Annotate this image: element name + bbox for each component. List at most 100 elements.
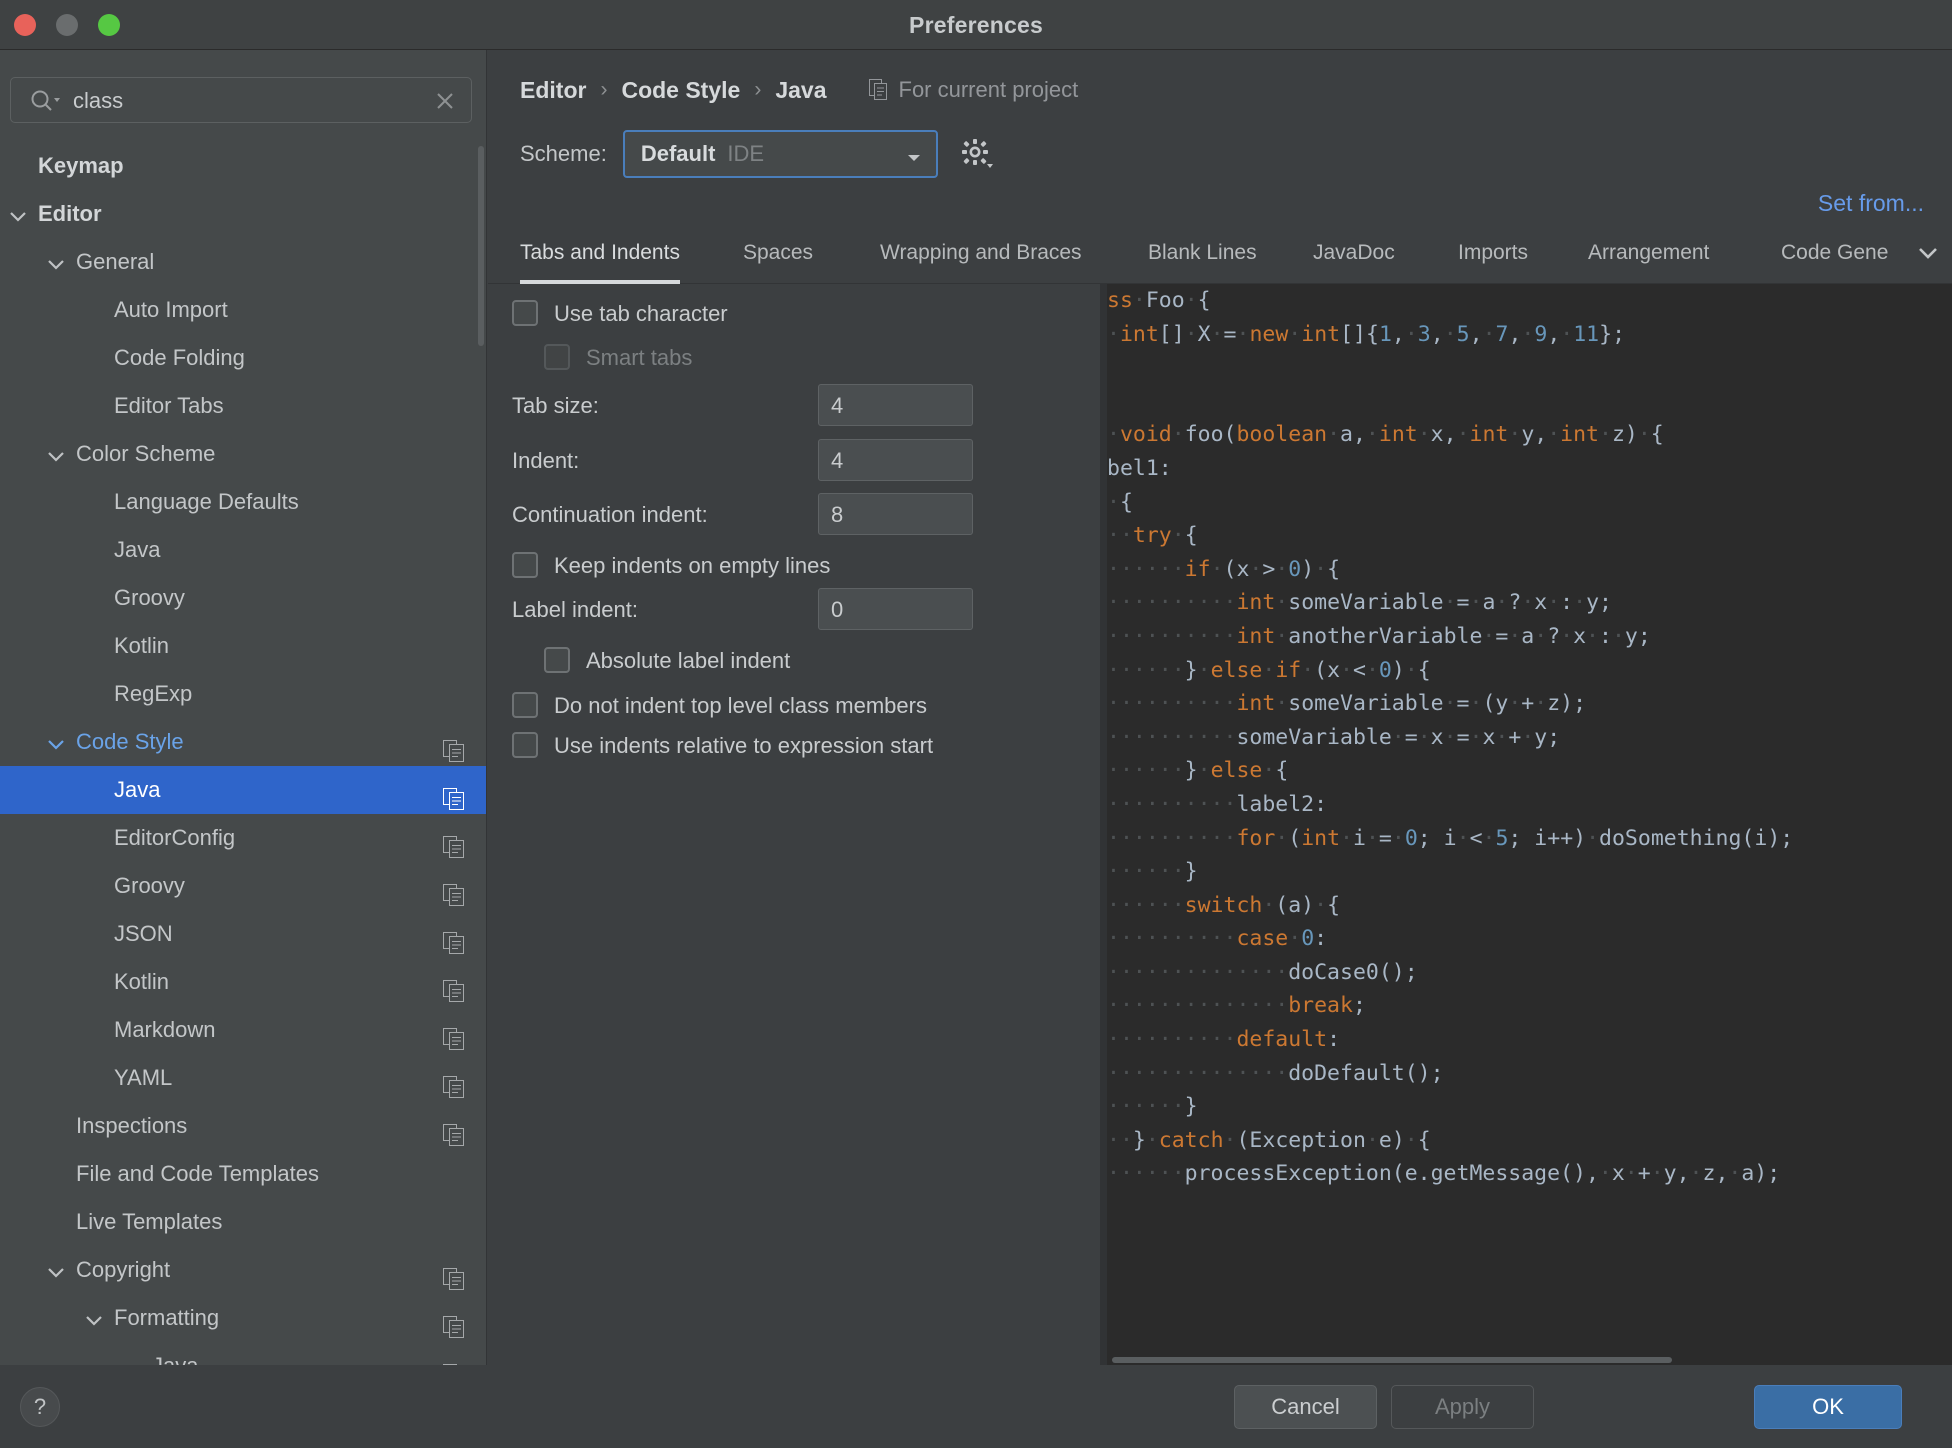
search-icon[interactable] <box>29 89 61 113</box>
sidebar-item-editor-tabs[interactable]: Editor Tabs <box>0 382 486 430</box>
field-row-label-indent: Label indent: 0 <box>488 588 1100 632</box>
chevron-down-icon[interactable] <box>44 430 66 478</box>
tab-tabs-and-indents[interactable]: Tabs and Indents <box>520 227 680 284</box>
code-token-txt: + <box>1508 724 1522 750</box>
code-token-txt: { <box>1197 288 1211 313</box>
gear-icon[interactable] <box>960 137 994 171</box>
chevron-down-icon[interactable] <box>6 190 28 238</box>
tab-wrapping-and-braces[interactable]: Wrapping and Braces <box>880 227 1082 284</box>
tab-spaces[interactable]: Spaces <box>743 227 813 284</box>
sidebar-item-live-templates[interactable]: Live Templates <box>0 1198 486 1246</box>
sidebar-item-markdown[interactable]: Markdown <box>0 1006 486 1054</box>
sidebar-item-copyright[interactable]: Copyright <box>0 1246 486 1294</box>
code-token-txt: y, <box>1521 422 1548 448</box>
input-label-indent[interactable]: 0 <box>818 588 973 630</box>
code-token-dot: ······ <box>1107 657 1185 683</box>
code-token-txt: x <box>1573 623 1587 649</box>
sidebar-item-code-style[interactable]: Code Style <box>0 718 486 766</box>
copy-icon[interactable] <box>443 1115 465 1146</box>
code-token-kw: int <box>1301 321 1341 347</box>
copy-icon[interactable] <box>443 971 465 1002</box>
copy-icon[interactable] <box>443 779 465 810</box>
sidebar-item-groovy[interactable]: Groovy <box>0 862 486 910</box>
code-token-dot: · <box>1365 657 1379 683</box>
copy-icon[interactable] <box>443 731 465 762</box>
checkbox-use-tab-character[interactable] <box>512 300 538 326</box>
sidebar-scrollbar[interactable] <box>478 146 484 346</box>
code-line: ··········for·(int·i·=·0; i·<·5; i++)·do… <box>1107 822 1793 856</box>
chevron-down-icon[interactable] <box>82 1294 104 1342</box>
sidebar-item-java[interactable]: Java <box>0 1342 486 1365</box>
chevron-down-icon[interactable] <box>44 238 66 286</box>
sidebar-item-kotlin[interactable]: Kotlin <box>0 958 486 1006</box>
sidebar-item-general[interactable]: General <box>0 238 486 286</box>
sidebar-item-yaml[interactable]: YAML <box>0 1054 486 1102</box>
checkbox-absolute-label-indent[interactable] <box>544 647 570 673</box>
help-icon[interactable]: ? <box>20 1387 60 1427</box>
checkbox-use-indents-relative-to-expression-start[interactable] <box>512 732 538 758</box>
checkbox-label: Keep indents on empty lines <box>554 553 831 578</box>
set-from-link[interactable]: Set from... <box>1818 190 1924 217</box>
sidebar-item-language-defaults[interactable]: Language Defaults <box>0 478 486 526</box>
cancel-button[interactable]: Cancel <box>1234 1385 1377 1429</box>
copy-icon[interactable] <box>443 1355 465 1365</box>
apply-button[interactable]: Apply <box>1391 1385 1534 1429</box>
input-continuation-indent[interactable]: 8 <box>818 493 973 535</box>
tab-arrangement[interactable]: Arrangement <box>1588 227 1709 284</box>
tab-label: Imports <box>1458 241 1529 264</box>
tab-code-gene[interactable]: Code Gene <box>1781 227 1888 284</box>
code-token-txt: }; <box>1599 321 1626 347</box>
sidebar-item-color-scheme[interactable]: Color Scheme <box>0 430 486 478</box>
sidebar-item-auto-import[interactable]: Auto Import <box>0 286 486 334</box>
sidebar-item-keymap[interactable]: Keymap <box>0 142 486 190</box>
sidebar-item-json[interactable]: JSON <box>0 910 486 958</box>
code-token-dot: · <box>1236 321 1250 347</box>
breadcrumb-item-2[interactable]: Java <box>775 77 826 104</box>
sidebar-item-groovy[interactable]: Groovy <box>0 574 486 622</box>
sidebar-item-kotlin[interactable]: Kotlin <box>0 622 486 670</box>
copy-icon[interactable] <box>443 875 465 906</box>
code-token-dot: · <box>1443 691 1457 717</box>
breadcrumb-item-1[interactable]: Code Style <box>621 77 740 104</box>
checkbox-do-not-indent-top-level-class-members[interactable] <box>512 692 538 718</box>
chevron-down-icon[interactable] <box>1914 242 1942 269</box>
project-scope-label: For current project <box>898 77 1079 102</box>
scheme-row: Scheme: Default IDE <box>520 130 994 178</box>
sidebar-item-java[interactable]: Java <box>0 526 486 574</box>
copy-icon[interactable] <box>443 1019 465 1050</box>
checkbox-keep-indents-on-empty-lines[interactable] <box>512 552 538 578</box>
code-token-dot: ·············· <box>1107 959 1289 985</box>
code-token-kw: else <box>1210 657 1263 683</box>
sidebar-item-java[interactable]: Java <box>0 766 486 814</box>
input-indent[interactable]: 4 <box>818 439 973 481</box>
breadcrumb-item-0[interactable]: Editor <box>520 77 586 104</box>
sidebar-item-formatting[interactable]: Formatting <box>0 1294 486 1342</box>
code-token-dot: · <box>1521 724 1535 750</box>
tab-javadoc[interactable]: JavaDoc <box>1313 227 1395 284</box>
copy-icon[interactable] <box>443 1307 465 1338</box>
code-line: ss·Foo·{ <box>1107 284 1793 318</box>
copy-icon[interactable] <box>443 1259 465 1290</box>
tab-imports[interactable]: Imports <box>1458 227 1528 284</box>
copy-icon[interactable] <box>443 923 465 954</box>
chevron-down-icon[interactable] <box>44 1246 66 1294</box>
search-input[interactable]: class <box>10 77 472 123</box>
sidebar-item-editorconfig[interactable]: EditorConfig <box>0 814 486 862</box>
scheme-select[interactable]: Default IDE <box>622 130 938 178</box>
code-token-txt: , <box>1430 321 1444 347</box>
sidebar-item-regexp[interactable]: RegExp <box>0 670 486 718</box>
preview-horizontal-scrollbar[interactable] <box>1112 1357 1672 1363</box>
chevron-down-icon[interactable] <box>44 718 66 766</box>
code-token-dot: · <box>1586 623 1599 649</box>
input-tab-size[interactable]: 4 <box>818 384 973 426</box>
close-icon[interactable] <box>433 89 457 113</box>
sidebar-item-file-and-code-templates[interactable]: File and Code Templates <box>0 1150 486 1198</box>
sidebar-item-inspections[interactable]: Inspections <box>0 1102 486 1150</box>
copy-icon[interactable] <box>443 827 465 858</box>
copy-icon[interactable] <box>443 1067 465 1098</box>
tab-blank-lines[interactable]: Blank Lines <box>1148 227 1257 284</box>
ok-button[interactable]: OK <box>1754 1385 1902 1429</box>
sidebar-item-code-folding[interactable]: Code Folding <box>0 334 486 382</box>
code-token-num: 0 <box>1301 926 1315 952</box>
sidebar-item-editor[interactable]: Editor <box>0 190 486 238</box>
